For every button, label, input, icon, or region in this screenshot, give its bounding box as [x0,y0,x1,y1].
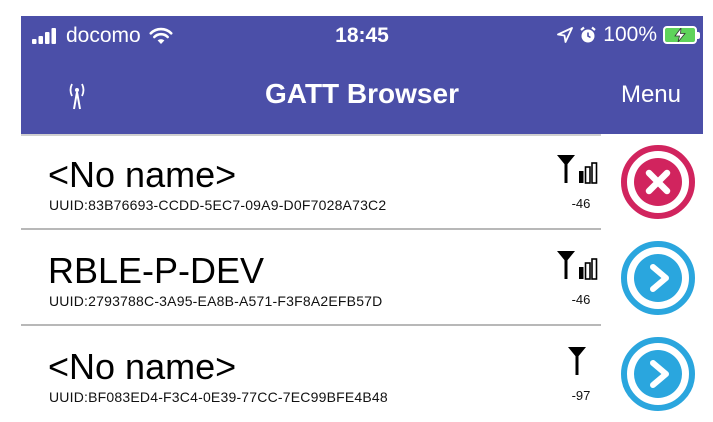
rssi-value: -46 [571,292,591,307]
play-icon [621,337,695,411]
rssi-value: -46 [571,196,591,211]
connect-button[interactable] [620,336,696,412]
status-right-group: 100% [557,23,700,47]
charging-bolt-icon [674,28,686,42]
disconnect-button[interactable] [620,144,696,220]
device-list: <No name> UUID:83B76693-CCDD-5EC7-09A9-D… [21,134,703,422]
alarm-clock-icon [580,26,596,43]
device-name: <No name> [48,154,237,195]
device-row[interactable]: <No name> UUID:83B76693-CCDD-5EC7-09A9-D… [21,134,703,230]
signal-strength-icon [556,152,600,191]
device-row[interactable]: RBLE-P-DEV UUID:2793788C-3A95-EA8B-A571-… [21,230,703,326]
signal-strength-icon [556,344,600,383]
device-uuid: UUID:83B76693-CCDD-5EC7-09A9-D0F7028A73C… [49,197,387,213]
device-name: <No name> [48,346,237,387]
device-row[interactable]: <No name> UUID:BF083ED4-F3C4-0E39-77CC-7… [21,326,703,422]
device-name: RBLE-P-DEV [48,250,265,291]
connect-button[interactable] [620,240,696,316]
battery-icon [663,26,700,44]
right-margin [703,0,713,419]
play-icon [621,241,695,315]
page-title: GATT Browser [265,78,459,109]
close-icon [621,145,695,219]
device-uuid: UUID:BF083ED4-F3C4-0E39-77CC-7EC99BFE4B4… [49,389,388,405]
battery-percentage: 100% [603,23,657,46]
navigation-header: docomo 18:45 100% GATT Browser Menu [21,16,703,134]
signal-strength-icon [556,248,600,287]
rssi-value: -97 [571,388,591,403]
location-arrow-icon [557,27,574,43]
left-margin [0,0,21,419]
device-uuid: UUID:2793788C-3A95-EA8B-A571-F3F8A2EFB57… [49,293,383,309]
menu-button[interactable]: Menu [621,81,681,109]
